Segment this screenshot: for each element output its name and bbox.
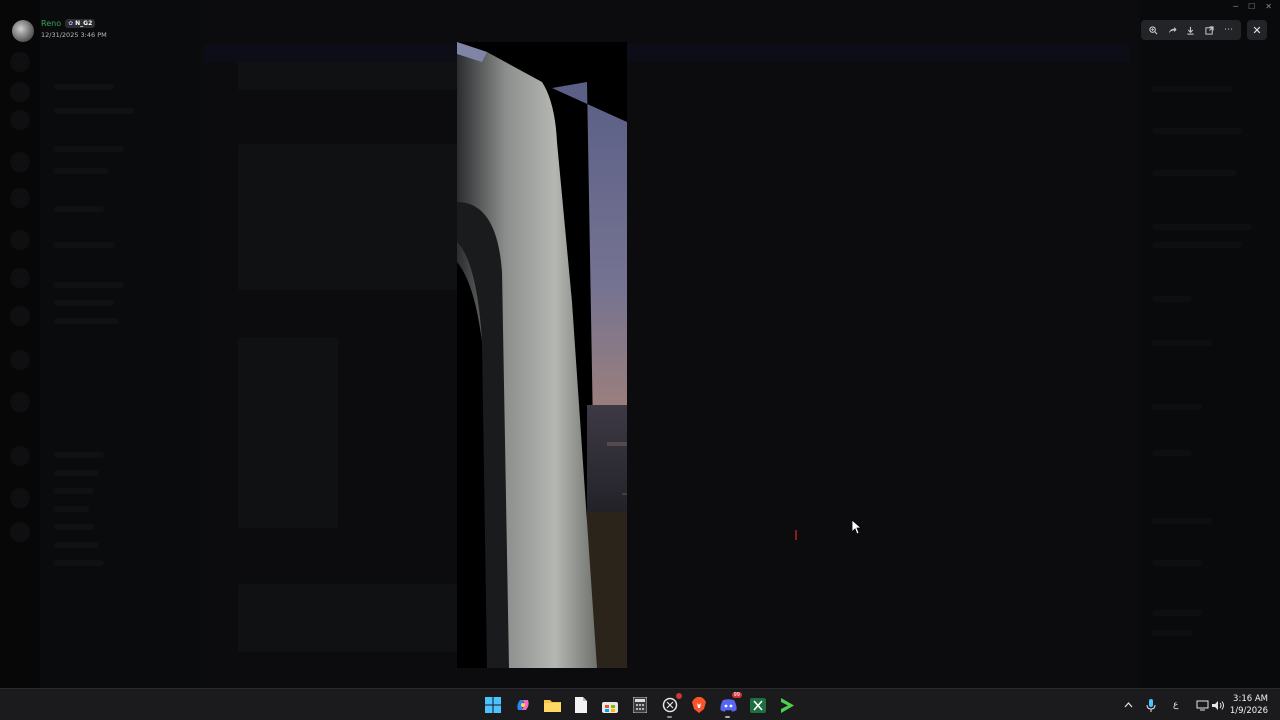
media-image[interactable] [457,42,757,668]
viewer-close-button[interactable]: ✕ [1247,20,1267,40]
more-icon[interactable]: ⋯ [1221,22,1237,38]
folder-icon[interactable] [542,695,562,715]
author-tag: ✿ N_G2 [65,19,96,28]
author-line: Reno ✿ N_G2 [41,19,96,28]
cursor-trail [795,530,797,540]
document-icon[interactable] [571,695,591,715]
windows-start-icon[interactable] [483,695,503,715]
minimize-icon[interactable]: ─ [1233,2,1238,14]
language-indicator[interactable]: ع [1173,689,1178,720]
zoom-in-icon[interactable] [1145,22,1161,38]
volume-icon[interactable] [1212,689,1225,720]
overlay-shade [0,0,1280,688]
window-controls: ─ ☐ ✕ [1233,2,1272,14]
close-icon: ✕ [1252,23,1262,37]
message-timestamp: 12/31/2025 3:46 PM [41,31,107,39]
discord-background [0,0,1280,688]
discord-icon[interactable]: 99 [718,692,742,718]
close-icon[interactable]: ✕ [1265,2,1272,14]
screen: ─ ☐ ✕ Reno ✿N_G2 12/31/2025 3:46 PM ⋯ ✕ [0,0,1280,720]
open-external-icon[interactable] [1202,22,1218,38]
network-icon[interactable] [1196,689,1209,720]
author-tag-text: N_G2 [75,20,93,27]
download-icon[interactable] [1183,22,1199,38]
clock-time: 3:16 AM [1233,694,1268,704]
author-avatar[interactable] [12,20,34,42]
paw-icon: ✿ [68,20,74,27]
excel-icon[interactable] [748,695,768,715]
viewer-toolbar: ⋯ [1141,20,1241,40]
store-icon[interactable] [600,695,620,715]
tray-overflow-icon[interactable] [1124,689,1133,720]
microphone-icon[interactable] [1146,689,1156,720]
ai-icon[interactable] [660,693,682,718]
brave-icon[interactable] [689,695,709,715]
play-icon[interactable] [777,695,797,715]
author-name[interactable]: Reno [41,19,61,28]
share-icon[interactable] [1164,22,1180,38]
calculator-icon[interactable] [630,695,650,715]
copilot-icon[interactable] [513,695,533,715]
discord-badge: 99 [731,692,742,698]
maximize-icon[interactable]: ☐ [1248,2,1255,14]
clock-date: 1/9/2026 [1229,706,1268,716]
taskbar: 99 ع 3:16 AM 1/9/2026 [0,688,1280,720]
mouse-cursor-icon [851,519,863,539]
system-clock[interactable]: 3:16 AM 1/9/2026 [1230,693,1268,717]
